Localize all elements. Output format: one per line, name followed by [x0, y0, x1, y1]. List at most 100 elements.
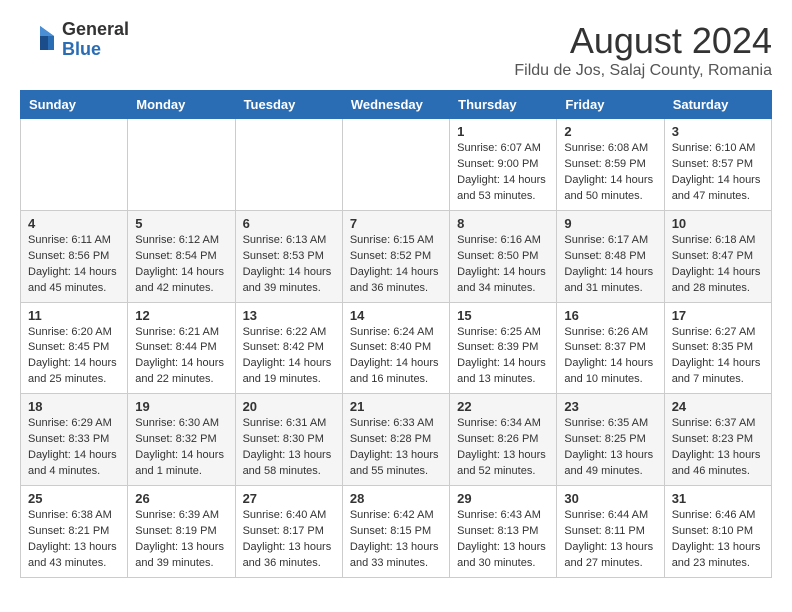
weekday-header-thursday: Thursday: [450, 91, 557, 119]
day-detail: Sunrise: 6:10 AMSunset: 8:57 PMDaylight:…: [672, 141, 764, 205]
calendar-cell: 7 Sunrise: 6:15 AMSunset: 8:52 PMDaylight…: [342, 210, 449, 302]
day-detail: Sunrise: 6:16 AMSunset: 8:50 PMDaylight:…: [457, 233, 549, 297]
day-number: 4: [28, 216, 120, 231]
day-number: 18: [28, 399, 120, 414]
day-number: 11: [28, 308, 120, 323]
day-number: 25: [28, 491, 120, 506]
weekday-header-wednesday: Wednesday: [342, 91, 449, 119]
logo-icon: [20, 22, 56, 58]
day-number: 9: [564, 216, 656, 231]
day-detail: Sunrise: 6:34 AMSunset: 8:26 PMDaylight:…: [457, 416, 549, 480]
logo-text: General Blue: [62, 20, 129, 60]
day-number: 28: [350, 491, 442, 506]
weekday-header-saturday: Saturday: [664, 91, 771, 119]
day-number: 19: [135, 399, 227, 414]
calendar-cell: 29 Sunrise: 6:43 AMSunset: 8:13 PMDayligh…: [450, 486, 557, 578]
day-detail: Sunrise: 6:11 AMSunset: 8:56 PMDaylight:…: [28, 233, 120, 297]
page-header: General Blue August 2024 Fildu de Jos, S…: [20, 20, 772, 80]
day-detail: Sunrise: 6:12 AMSunset: 8:54 PMDaylight:…: [135, 233, 227, 297]
location-subtitle: Fildu de Jos, Salaj County, Romania: [514, 62, 772, 80]
day-number: 27: [243, 491, 335, 506]
calendar-cell: 22 Sunrise: 6:34 AMSunset: 8:26 PMDayligh…: [450, 394, 557, 486]
calendar-cell: 12 Sunrise: 6:21 AMSunset: 8:44 PMDayligh…: [128, 302, 235, 394]
day-detail: Sunrise: 6:07 AMSunset: 9:00 PMDaylight:…: [457, 141, 549, 205]
calendar-cell: 23Sunrise: 6:35 AMSunset: 8:25 PMDayligh…: [557, 394, 664, 486]
calendar-cell: 10Sunrise: 6:18 AMSunset: 8:47 PMDayligh…: [664, 210, 771, 302]
day-number: 6: [243, 216, 335, 231]
day-detail: Sunrise: 6:30 AMSunset: 8:32 PMDaylight:…: [135, 416, 227, 480]
day-detail: Sunrise: 6:20 AMSunset: 8:45 PMDaylight:…: [28, 325, 120, 389]
calendar-cell: 21Sunrise: 6:33 AMSunset: 8:28 PMDayligh…: [342, 394, 449, 486]
calendar-cell: 13 Sunrise: 6:22 AMSunset: 8:42 PMDayligh…: [235, 302, 342, 394]
day-detail: Sunrise: 6:43 AMSunset: 8:13 PMDaylight:…: [457, 508, 549, 572]
calendar-cell: 20Sunrise: 6:31 AMSunset: 8:30 PMDayligh…: [235, 394, 342, 486]
day-number: 17: [672, 308, 764, 323]
logo: General Blue: [20, 20, 129, 60]
day-number: 12: [135, 308, 227, 323]
logo-general-text: General: [62, 20, 129, 40]
calendar-cell: 30 Sunrise: 6:44 AMSunset: 8:11 PMDayligh…: [557, 486, 664, 578]
calendar-cell: 9Sunrise: 6:17 AMSunset: 8:48 PMDaylight…: [557, 210, 664, 302]
day-detail: Sunrise: 6:44 AMSunset: 8:11 PMDaylight:…: [564, 508, 656, 572]
day-detail: Sunrise: 6:24 AMSunset: 8:40 PMDaylight:…: [350, 325, 442, 389]
calendar-cell: 5 Sunrise: 6:12 AMSunset: 8:54 PMDaylight…: [128, 210, 235, 302]
day-detail: Sunrise: 6:27 AMSunset: 8:35 PMDaylight:…: [672, 325, 764, 389]
calendar-cell: 26Sunrise: 6:39 AMSunset: 8:19 PMDayligh…: [128, 486, 235, 578]
calendar-cell: [21, 119, 128, 211]
calendar-cell: 8 Sunrise: 6:16 AMSunset: 8:50 PMDaylight…: [450, 210, 557, 302]
calendar-cell: 18 Sunrise: 6:29 AMSunset: 8:33 PMDayligh…: [21, 394, 128, 486]
logo-blue-text: Blue: [62, 40, 129, 60]
day-detail: Sunrise: 6:42 AMSunset: 8:15 PMDaylight:…: [350, 508, 442, 572]
calendar-week-row: 25 Sunrise: 6:38 AMSunset: 8:21 PMDayligh…: [21, 486, 772, 578]
day-detail: Sunrise: 6:25 AMSunset: 8:39 PMDaylight:…: [457, 325, 549, 389]
day-detail: Sunrise: 6:21 AMSunset: 8:44 PMDaylight:…: [135, 325, 227, 389]
day-detail: Sunrise: 6:46 AMSunset: 8:10 PMDaylight:…: [672, 508, 764, 572]
calendar-week-row: 18 Sunrise: 6:29 AMSunset: 8:33 PMDayligh…: [21, 394, 772, 486]
day-detail: Sunrise: 6:29 AMSunset: 8:33 PMDaylight:…: [28, 416, 120, 480]
weekday-header-monday: Monday: [128, 91, 235, 119]
day-number: 24: [672, 399, 764, 414]
day-number: 20: [243, 399, 335, 414]
day-detail: Sunrise: 6:22 AMSunset: 8:42 PMDaylight:…: [243, 325, 335, 389]
calendar-cell: [235, 119, 342, 211]
day-detail: Sunrise: 6:18 AMSunset: 8:47 PMDaylight:…: [672, 233, 764, 297]
calendar-cell: 17 Sunrise: 6:27 AMSunset: 8:35 PMDayligh…: [664, 302, 771, 394]
day-number: 30: [564, 491, 656, 506]
day-number: 22: [457, 399, 549, 414]
calendar-cell: 24Sunrise: 6:37 AMSunset: 8:23 PMDayligh…: [664, 394, 771, 486]
day-detail: Sunrise: 6:26 AMSunset: 8:37 PMDaylight:…: [564, 325, 656, 389]
day-number: 26: [135, 491, 227, 506]
day-number: 31: [672, 491, 764, 506]
day-number: 29: [457, 491, 549, 506]
calendar-cell: 15 Sunrise: 6:25 AMSunset: 8:39 PMDayligh…: [450, 302, 557, 394]
weekday-header-sunday: Sunday: [21, 91, 128, 119]
day-number: 14: [350, 308, 442, 323]
day-detail: Sunrise: 6:15 AMSunset: 8:52 PMDaylight:…: [350, 233, 442, 297]
day-number: 2: [564, 124, 656, 139]
day-number: 3: [672, 124, 764, 139]
calendar-cell: 28 Sunrise: 6:42 AMSunset: 8:15 PMDayligh…: [342, 486, 449, 578]
day-detail: Sunrise: 6:38 AMSunset: 8:21 PMDaylight:…: [28, 508, 120, 572]
day-number: 21: [350, 399, 442, 414]
weekday-header-row: SundayMondayTuesdayWednesdayThursdayFrid…: [21, 91, 772, 119]
day-number: 13: [243, 308, 335, 323]
day-number: 8: [457, 216, 549, 231]
weekday-header-tuesday: Tuesday: [235, 91, 342, 119]
calendar-cell: 14 Sunrise: 6:24 AMSunset: 8:40 PMDayligh…: [342, 302, 449, 394]
calendar-cell: [342, 119, 449, 211]
calendar-cell: 11 Sunrise: 6:20 AMSunset: 8:45 PMDayligh…: [21, 302, 128, 394]
day-number: 5: [135, 216, 227, 231]
calendar-cell: 2 Sunrise: 6:08 AMSunset: 8:59 PMDaylight…: [557, 119, 664, 211]
calendar-week-row: 1Sunrise: 6:07 AMSunset: 9:00 PMDaylight…: [21, 119, 772, 211]
calendar-cell: 19 Sunrise: 6:30 AMSunset: 8:32 PMDayligh…: [128, 394, 235, 486]
calendar-cell: 4 Sunrise: 6:11 AMSunset: 8:56 PMDaylight…: [21, 210, 128, 302]
calendar-cell: 1Sunrise: 6:07 AMSunset: 9:00 PMDaylight…: [450, 119, 557, 211]
calendar-cell: 6Sunrise: 6:13 AMSunset: 8:53 PMDaylight…: [235, 210, 342, 302]
day-detail: Sunrise: 6:08 AMSunset: 8:59 PMDaylight:…: [564, 141, 656, 205]
calendar-cell: 3 Sunrise: 6:10 AMSunset: 8:57 PMDaylight…: [664, 119, 771, 211]
day-number: 15: [457, 308, 549, 323]
calendar-cell: 25 Sunrise: 6:38 AMSunset: 8:21 PMDayligh…: [21, 486, 128, 578]
day-number: 7: [350, 216, 442, 231]
day-detail: Sunrise: 6:40 AMSunset: 8:17 PMDaylight:…: [243, 508, 335, 572]
calendar-week-row: 4 Sunrise: 6:11 AMSunset: 8:56 PMDaylight…: [21, 210, 772, 302]
